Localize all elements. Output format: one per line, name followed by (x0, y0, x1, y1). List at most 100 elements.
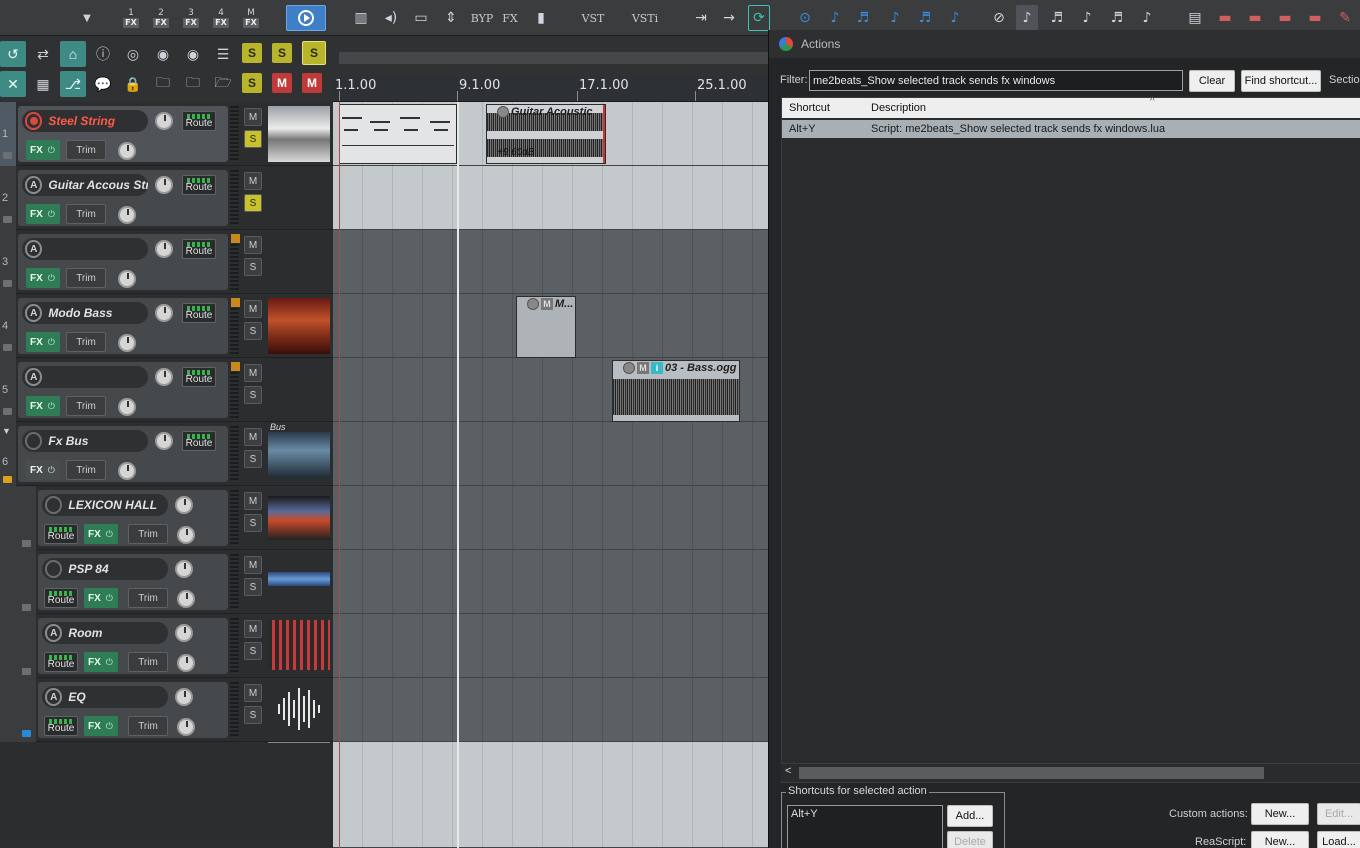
track-10[interactable]: 10 A EQ Route FX⏻ Trim M S (0, 678, 333, 742)
column-header-shortcut[interactable]: Shortcut (789, 102, 830, 114)
custom-actions-new-button[interactable]: New... (1251, 803, 1309, 825)
midi-item-bass[interactable]: M M... (516, 296, 576, 358)
track-lane-2[interactable] (333, 166, 780, 230)
fx-button[interactable]: FX ⏻ (26, 396, 60, 416)
note-triplet-2-icon[interactable]: ♬ (914, 5, 936, 31)
mute-button[interactable]: M (244, 108, 262, 126)
mute-button[interactable]: M (244, 492, 262, 510)
fx-button[interactable]: FX ⏻ (26, 460, 60, 480)
fx-thumbnail[interactable] (268, 106, 330, 162)
track-lane-3[interactable] (333, 230, 780, 294)
solo-clear-button[interactable]: S (302, 41, 326, 65)
scroll-thumb[interactable] (799, 767, 1264, 779)
track-name-box[interactable]: A Modo Bass (22, 302, 148, 324)
mute-clear-button[interactable]: M (302, 73, 322, 93)
track-5[interactable]: 5 A Route FX ⏻ Trim M S (0, 358, 333, 422)
volume-knob[interactable] (175, 688, 193, 706)
send-arrow-icon[interactable]: ⇥ (690, 5, 712, 31)
pan-knob[interactable] (118, 334, 136, 352)
route-button[interactable]: Route (182, 175, 216, 195)
mute-button[interactable]: M (244, 172, 262, 190)
trim-button[interactable]: Trim (128, 716, 168, 736)
custom-actions-edit-button[interactable]: Edit... (1317, 803, 1360, 825)
track-2[interactable]: 2 A Guitar Accous Strum Route FX⏻ Trim M… (0, 166, 333, 230)
search-icon[interactable]: ⊘ (988, 5, 1010, 31)
route-button[interactable]: Route (182, 431, 216, 451)
record-arm-icon[interactable] (25, 112, 43, 130)
psp-plugin-thumbnail[interactable] (268, 572, 330, 586)
volume-knob[interactable] (155, 304, 173, 322)
mute-button[interactable]: M (244, 364, 262, 382)
audio-item-bass-ogg[interactable]: M i 03 - Bass.ogg (612, 360, 740, 422)
audio-item-guitar[interactable]: Guitar Acoustic +9.60dB (486, 104, 606, 164)
item-split-icon[interactable]: ▤ (1184, 5, 1206, 31)
horizontal-scrollbar[interactable] (339, 52, 780, 64)
pan-knob[interactable] (177, 526, 195, 544)
solo-button[interactable]: S (244, 642, 262, 660)
route-button[interactable]: Route (182, 367, 216, 387)
room-plugin-thumbnail[interactable] (268, 620, 330, 670)
trim-button[interactable]: Trim (66, 332, 106, 352)
solo-button[interactable]: S (244, 130, 262, 148)
trim-icon[interactable]: ⇕ (440, 5, 462, 31)
grid-note-4-icon[interactable]: ♬ (1106, 5, 1128, 31)
grid-icon[interactable]: ▦ (30, 71, 56, 97)
pan-knob[interactable] (177, 718, 195, 736)
list-icon[interactable]: ☰ (210, 41, 236, 67)
track-name-box[interactable]: Fx Bus (22, 430, 148, 452)
dropdown-caret-icon[interactable]: ▼ (76, 5, 98, 31)
pencil-icon[interactable]: ✎ (1334, 5, 1356, 31)
trim-button[interactable]: Trim (128, 652, 168, 672)
record-arm-icon[interactable] (45, 496, 63, 514)
fx-button[interactable]: FX ⏻ (26, 204, 60, 224)
grid-note-2-icon[interactable]: ♬ (1046, 5, 1068, 31)
arrange-view[interactable]: 1.1.00 9.1.00 17.1.00 25.1.00 Guitar Aco… (333, 36, 780, 848)
fx-button[interactable]: FX ⏻ (26, 140, 60, 160)
track-name-box[interactable]: A (22, 366, 148, 388)
fx-slot-4-button[interactable]: 4 FX (208, 5, 234, 31)
vst-button[interactable]: VST (578, 5, 608, 31)
solo-button[interactable]: S (244, 194, 262, 212)
route-button[interactable]: Route (182, 111, 216, 131)
solo-button[interactable]: S (244, 514, 262, 532)
note-triplet-icon[interactable]: ♬ (852, 5, 874, 31)
route-button[interactable]: Route (44, 652, 78, 672)
play-button[interactable] (286, 5, 326, 31)
fx-slot-1-button[interactable]: 1 FX (118, 5, 144, 31)
route-button[interactable]: Route (182, 239, 216, 259)
trim-button[interactable]: Trim (66, 204, 106, 224)
route-button[interactable]: Route (44, 716, 78, 736)
folder-open-icon[interactable]: 🗁 (210, 71, 236, 97)
track-lane-6[interactable] (333, 422, 780, 486)
volume-knob[interactable] (175, 496, 193, 514)
track-4[interactable]: 4 A Modo Bass Route FX ⏻ Trim M S (0, 294, 333, 358)
filter-input[interactable] (809, 70, 1183, 91)
track-8[interactable]: 8 PSP 84 Route FX⏻ Trim M S (0, 550, 333, 614)
info-icon[interactable]: ⓘ (90, 41, 116, 67)
folder-2-icon[interactable]: 🗀 (180, 71, 206, 97)
track-lane-7[interactable] (333, 486, 780, 550)
volume-knob[interactable] (155, 112, 173, 130)
routing-icon[interactable]: ⎇ (60, 71, 86, 97)
undo-icon[interactable]: ↺ (0, 41, 26, 67)
pan-knob[interactable] (118, 142, 136, 160)
solo-toggle-button[interactable]: S (242, 73, 262, 93)
volume-knob[interactable] (155, 368, 173, 386)
solo-defeat-button[interactable]: S (272, 43, 292, 63)
track-lane-9[interactable] (333, 614, 780, 678)
route-button[interactable]: Route (44, 588, 78, 608)
track-lane-8[interactable] (333, 550, 780, 614)
record-arm-icon[interactable]: A (45, 688, 63, 706)
track-name-box[interactable]: A (22, 238, 148, 260)
mute-all-button[interactable]: M (272, 73, 292, 93)
solo-button[interactable]: S (244, 386, 262, 404)
track-1[interactable]: 1 Steel String Route FX ⏻ Trim M S (0, 102, 333, 166)
fx-button[interactable]: FX ⏻ (84, 588, 118, 608)
record-arm-icon[interactable]: A (45, 624, 63, 642)
track-7[interactable]: 7 LEXICON HALL Route FX⏻ Trim M S (0, 486, 333, 550)
lock-icon[interactable]: 🔒 (120, 71, 146, 97)
solo-button[interactable]: S (244, 450, 262, 468)
fx-button[interactable]: FX ⏻ (84, 716, 118, 736)
fx-button[interactable]: FX ⏻ (26, 332, 60, 352)
reascript-new-button[interactable]: New... (1251, 831, 1309, 848)
